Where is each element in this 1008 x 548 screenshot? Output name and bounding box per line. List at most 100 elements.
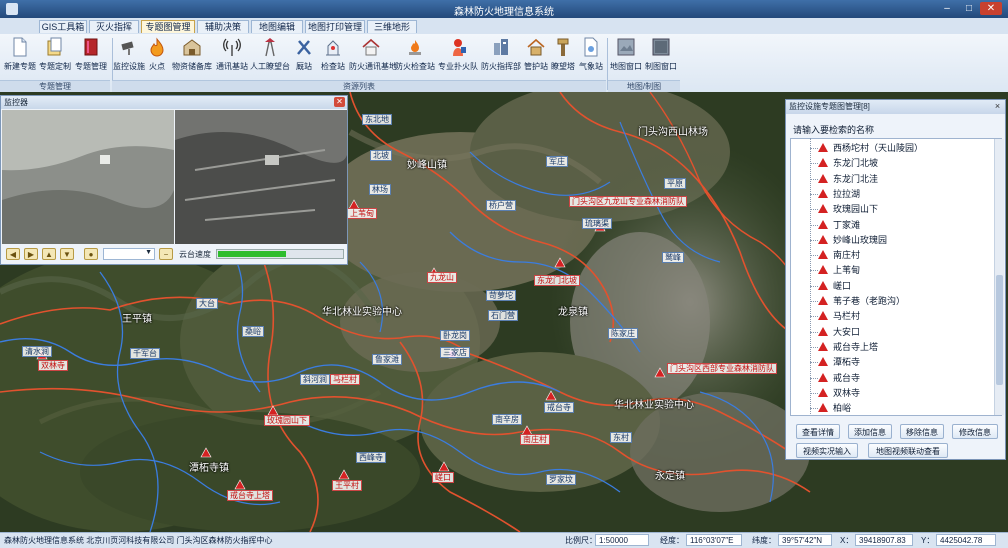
tab-fire-command[interactable]: 灭火指挥 bbox=[89, 20, 139, 33]
list-item-label: 南庄村 bbox=[833, 250, 861, 261]
map-label-marker: 马栏村 bbox=[330, 374, 360, 385]
fire-hq-button[interactable]: 防火指挥部 bbox=[480, 37, 522, 75]
list-item-label: 丁家滩 bbox=[833, 219, 861, 230]
pan-right-button[interactable]: ▶ bbox=[24, 248, 38, 260]
scale-select[interactable]: 1:50000 bbox=[595, 534, 649, 546]
new-document-icon bbox=[13, 37, 27, 57]
list-item[interactable]: 双林寺 bbox=[818, 386, 860, 401]
station-button[interactable]: 厩站 bbox=[291, 37, 317, 75]
video-feed-right bbox=[175, 110, 347, 244]
warning-triangle-icon bbox=[818, 403, 828, 413]
list-item[interactable]: 拉拉湖 bbox=[818, 187, 860, 202]
tree-connector bbox=[810, 301, 818, 302]
map-video-link-button[interactable]: 地图视频联动查看 bbox=[868, 443, 948, 458]
edit-info-button[interactable]: 修改信息 bbox=[952, 424, 998, 439]
warning-triangle-icon bbox=[818, 204, 828, 214]
list-item[interactable]: 妙峰山玫瑰园 bbox=[818, 233, 887, 248]
remove-info-button[interactable]: 移除信息 bbox=[900, 424, 944, 439]
ptz-center-button[interactable]: ● bbox=[84, 248, 98, 260]
minimize-button[interactable]: – bbox=[936, 2, 958, 15]
menu-tabs: GIS工具箱 灭火指挥 专题图管理 辅助决策 地图编辑 地图打印管理 三维地形 bbox=[0, 18, 1008, 35]
list-item-label: 戒台寺 bbox=[833, 372, 861, 383]
add-info-button[interactable]: 添加信息 bbox=[848, 424, 892, 439]
list-item[interactable]: 上苇甸 bbox=[818, 263, 860, 278]
tower-icon bbox=[265, 38, 275, 57]
map-label: 永定镇 bbox=[655, 471, 685, 482]
warning-triangle-icon bbox=[818, 173, 828, 183]
list-item[interactable]: 西杨坨村（天山陵园） bbox=[818, 141, 923, 156]
ptz-speed-slider[interactable] bbox=[216, 249, 344, 259]
status-company: 森林防火地理信息系统 北京川页河科技有限公司 门头沟区森林防火指挥中心 bbox=[4, 536, 273, 545]
y-label: Y： bbox=[921, 536, 935, 545]
tab-map-edit[interactable]: 地图编辑 bbox=[251, 20, 303, 33]
map-label-marker: 玫瑰园山下 bbox=[264, 415, 310, 426]
warning-triangle-icon bbox=[818, 341, 828, 351]
material-depot-button[interactable]: 物资储备库 bbox=[170, 37, 214, 75]
tab-theme-map-management[interactable]: 专题图管理 bbox=[141, 20, 195, 33]
list-item[interactable]: 戒台寺上塔 bbox=[818, 340, 878, 355]
watchtower-button[interactable]: 人工瞭望台 bbox=[250, 37, 290, 75]
fire-team-button[interactable]: 专业扑火队 bbox=[437, 37, 479, 75]
comm-base-button[interactable]: 防火通讯基地 bbox=[349, 37, 397, 75]
list-item[interactable]: 马栏村 bbox=[818, 309, 860, 324]
map-label-marker: 双林寺 bbox=[38, 360, 68, 371]
tab-map-print[interactable]: 地图打印管理 bbox=[305, 20, 365, 33]
fire-checkpoint-button[interactable]: 防火检查站 bbox=[394, 37, 436, 75]
pan-left-button[interactable]: ◀ bbox=[6, 248, 20, 260]
list-item[interactable]: 柏峪 bbox=[818, 401, 851, 416]
customize-icon bbox=[47, 37, 62, 56]
tab-3d-terrain[interactable]: 三维地形 bbox=[367, 20, 417, 33]
base-station-button[interactable]: 通讯基站 bbox=[215, 37, 249, 75]
list-item[interactable]: 戒台寺 bbox=[818, 371, 860, 386]
list-item[interactable]: 玫瑰园山下 bbox=[818, 202, 878, 217]
panel-close-button[interactable]: × bbox=[993, 102, 1002, 111]
theme-customize-button[interactable]: 专题定制 bbox=[38, 37, 72, 75]
ptz-zoom-button[interactable]: − bbox=[159, 248, 173, 260]
view-details-button[interactable]: 查看详情 bbox=[796, 424, 840, 439]
pan-up-button[interactable]: ▲ bbox=[42, 248, 56, 260]
list-item[interactable]: 丁家滩 bbox=[818, 218, 860, 233]
x-value: 39418907.83 bbox=[855, 534, 913, 546]
list-item[interactable]: 嵯口 bbox=[818, 279, 851, 294]
lookout-tower-button[interactable]: 瞭望塔 bbox=[550, 37, 576, 75]
preset-select[interactable]: ▼ bbox=[103, 248, 155, 260]
list-item-label: 潭柘寺 bbox=[833, 357, 861, 368]
close-button[interactable]: ✕ bbox=[980, 2, 1002, 15]
list-scrollbar[interactable] bbox=[994, 139, 1004, 415]
video-close-button[interactable]: ✕ bbox=[334, 97, 345, 107]
pan-down-button[interactable]: ▼ bbox=[60, 248, 74, 260]
ptz-speed-label: 云台速度 bbox=[179, 250, 211, 259]
scrollbar-thumb[interactable] bbox=[996, 275, 1003, 385]
map-label-village: 清水涧 bbox=[22, 346, 52, 357]
list-item[interactable]: 南庄村 bbox=[818, 248, 860, 263]
tab-decision-support[interactable]: 辅助决策 bbox=[197, 20, 249, 33]
live-video-button[interactable]: 视频实况输入 bbox=[796, 443, 858, 458]
tree-vertical-line bbox=[810, 138, 811, 414]
list-item[interactable]: 潭柘寺 bbox=[818, 355, 860, 370]
ranger-station-button[interactable]: 管护站 bbox=[523, 37, 549, 75]
map-label: 妙峰山镇 bbox=[407, 160, 447, 171]
theme-manage-button[interactable]: 专题管理 bbox=[73, 37, 109, 75]
list-item[interactable]: 东龙门北洼 bbox=[818, 172, 878, 187]
tree-connector bbox=[810, 193, 818, 195]
warning-triangle-icon bbox=[818, 234, 828, 244]
tree-connector bbox=[810, 224, 818, 226]
new-theme-button[interactable]: 新建专题 bbox=[3, 37, 37, 75]
scale-label: 比例尺： bbox=[565, 536, 597, 545]
list-item-label: 嵯口 bbox=[833, 280, 852, 291]
tree-connector bbox=[810, 285, 818, 287]
video-monitor-window[interactable]: 监控器 ✕ ◀ ▶ ▲ ▼ ● ▼ − 云台速度 bbox=[0, 95, 348, 265]
fire-house-icon bbox=[409, 40, 421, 55]
weather-station-button[interactable]: 气象站 bbox=[577, 37, 605, 75]
list-item[interactable]: 大安口 bbox=[818, 325, 860, 340]
list-item[interactable]: 东龙门北坡 bbox=[818, 156, 878, 171]
maximize-button[interactable]: □ bbox=[958, 2, 980, 15]
layout-window-button[interactable]: 制图窗口 bbox=[644, 37, 678, 75]
lon-value: 116°03′07″E bbox=[686, 534, 742, 546]
map-window-button[interactable]: 地图窗口 bbox=[609, 37, 643, 75]
monitor-facility-button[interactable]: 监控设施 bbox=[113, 37, 145, 75]
tab-gis-toolbox[interactable]: GIS工具箱 bbox=[39, 20, 87, 33]
list-item[interactable]: 苇子巷（老跑沟） bbox=[818, 294, 905, 309]
checkpoint-button[interactable]: 检查站 bbox=[318, 37, 348, 75]
fire-point-button[interactable]: 火点 bbox=[146, 37, 168, 75]
